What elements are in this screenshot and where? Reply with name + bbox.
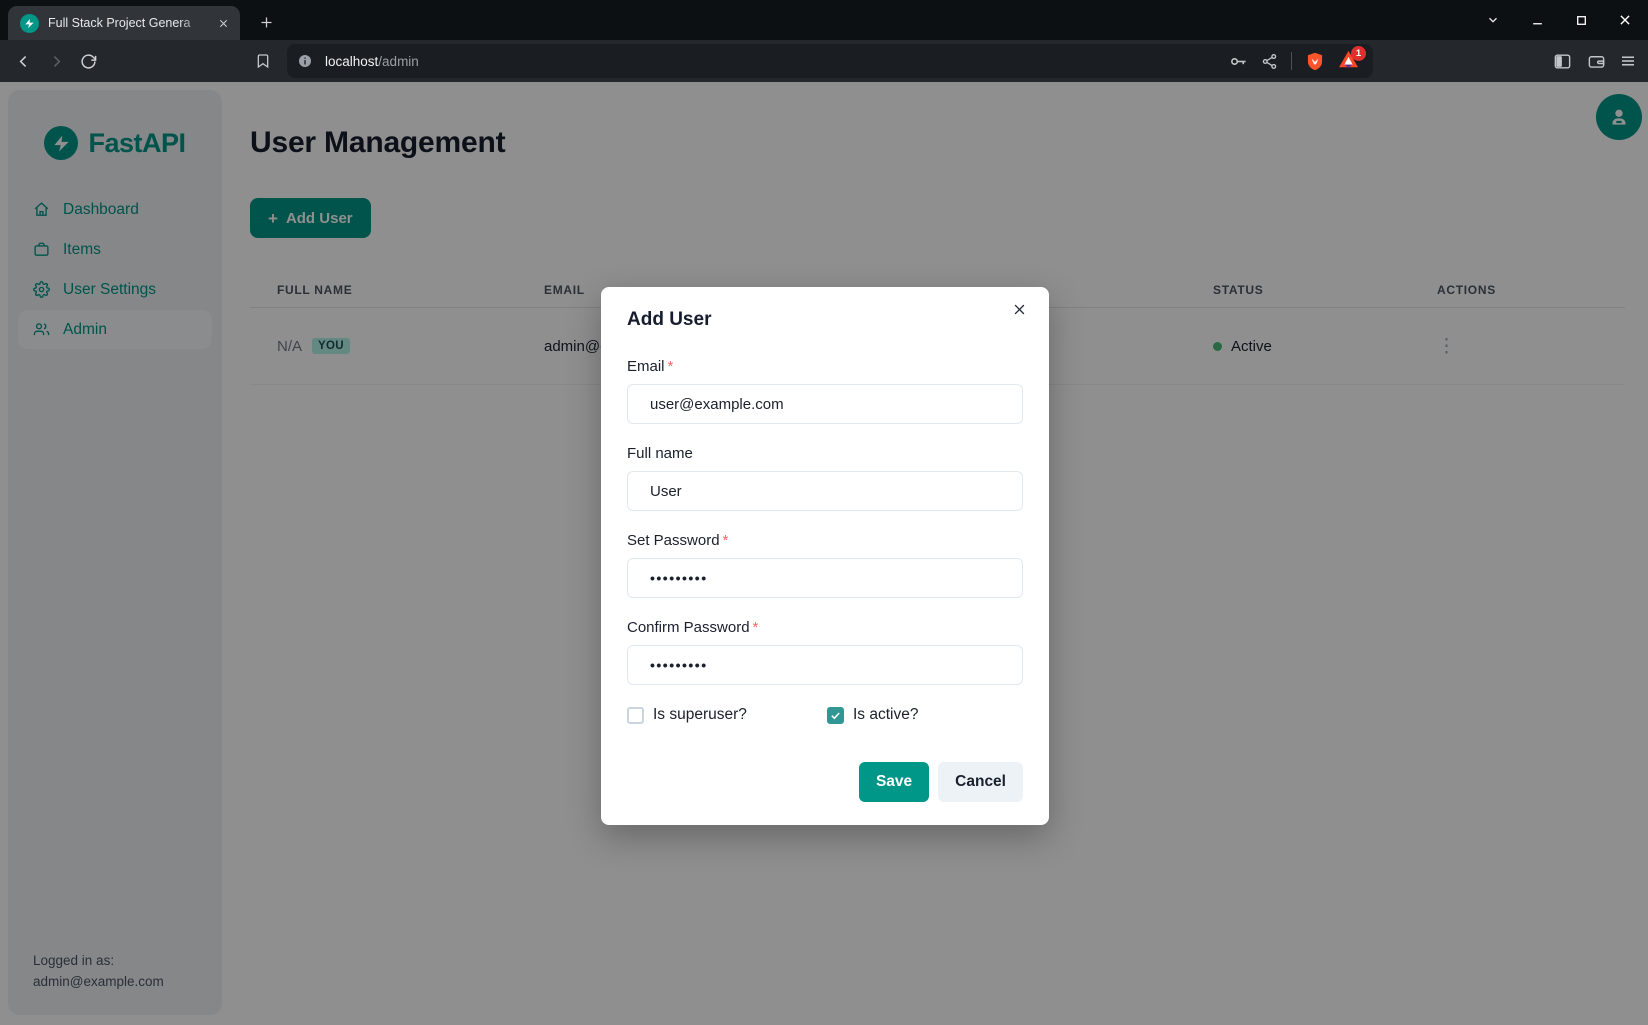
url-text: localhost/admin (325, 54, 419, 69)
page-content: FastAPI Dashboard Items (0, 82, 1648, 1025)
browser-window: Full Stack Project Genera (0, 0, 1648, 1025)
superuser-checkbox-item[interactable]: Is superuser? (627, 706, 827, 724)
active-checkbox[interactable] (827, 707, 844, 724)
email-field[interactable] (627, 384, 1023, 424)
confirm-password-group: Confirm Password* (627, 619, 1023, 685)
url-path: /admin (378, 54, 419, 69)
brave-shield-icon[interactable] (1305, 51, 1325, 72)
forward-icon[interactable] (43, 48, 69, 74)
fullname-label: Full name (627, 445, 1023, 462)
password-key-icon[interactable] (1229, 52, 1248, 71)
new-tab-button[interactable] (252, 8, 280, 36)
share-icon[interactable] (1261, 53, 1278, 70)
close-window-button[interactable] (1610, 5, 1640, 35)
password-label: Set Password* (627, 532, 1023, 549)
add-user-modal: Add User Email* Full name Set Password* … (601, 287, 1049, 825)
required-asterisk: * (668, 358, 674, 375)
site-info-icon[interactable] (297, 53, 313, 69)
address-bar[interactable]: localhost/admin 1 (287, 44, 1373, 78)
modal-footer: Save Cancel (627, 762, 1023, 802)
tab-search-icon[interactable] (1478, 5, 1508, 35)
rewards-badge: 1 (1351, 46, 1366, 61)
maximize-button[interactable] (1566, 5, 1596, 35)
tab-close-icon[interactable] (214, 14, 232, 32)
email-group: Email* (627, 358, 1023, 424)
password-group: Set Password* (627, 532, 1023, 598)
checkbox-row: Is superuser? Is active? (627, 706, 1023, 724)
menu-icon[interactable] (1615, 48, 1641, 74)
back-icon[interactable] (10, 48, 36, 74)
save-button[interactable]: Save (859, 762, 929, 802)
url-host: localhost (325, 54, 378, 69)
superuser-label: Is superuser? (653, 706, 747, 724)
confirm-password-label: Confirm Password* (627, 619, 1023, 636)
cancel-button[interactable]: Cancel (938, 762, 1023, 802)
wallet-icon[interactable] (1583, 48, 1609, 74)
window-controls (1478, 0, 1640, 40)
reload-icon[interactable] (75, 48, 101, 74)
urlbar-actions: 1 (1229, 50, 1360, 72)
browser-tab[interactable]: Full Stack Project Genera (8, 6, 240, 40)
tab-title: Full Stack Project Genera (48, 15, 205, 31)
required-asterisk: * (723, 532, 729, 549)
active-label: Is active? (853, 706, 918, 724)
password-field[interactable] (627, 558, 1023, 598)
fastapi-favicon-icon (20, 14, 39, 33)
fullname-field[interactable] (627, 471, 1023, 511)
toolbar-separator (1291, 52, 1292, 70)
confirm-password-field[interactable] (627, 645, 1023, 685)
superuser-checkbox[interactable] (627, 707, 644, 724)
tab-strip: Full Stack Project Genera (0, 0, 1648, 40)
active-checkbox-item[interactable]: Is active? (827, 706, 918, 724)
sidebar-toggle-icon[interactable] (1549, 48, 1575, 74)
minimize-button[interactable] (1522, 5, 1552, 35)
fullname-group: Full name (627, 445, 1023, 511)
browser-toolbar: localhost/admin 1 (0, 40, 1648, 82)
modal-close-icon[interactable] (1006, 296, 1032, 322)
email-label: Email* (627, 358, 1023, 375)
modal-title: Add User (627, 309, 1023, 331)
bookmark-icon[interactable] (250, 48, 276, 74)
required-asterisk: * (753, 619, 759, 636)
brave-rewards-icon[interactable]: 1 (1338, 50, 1360, 72)
